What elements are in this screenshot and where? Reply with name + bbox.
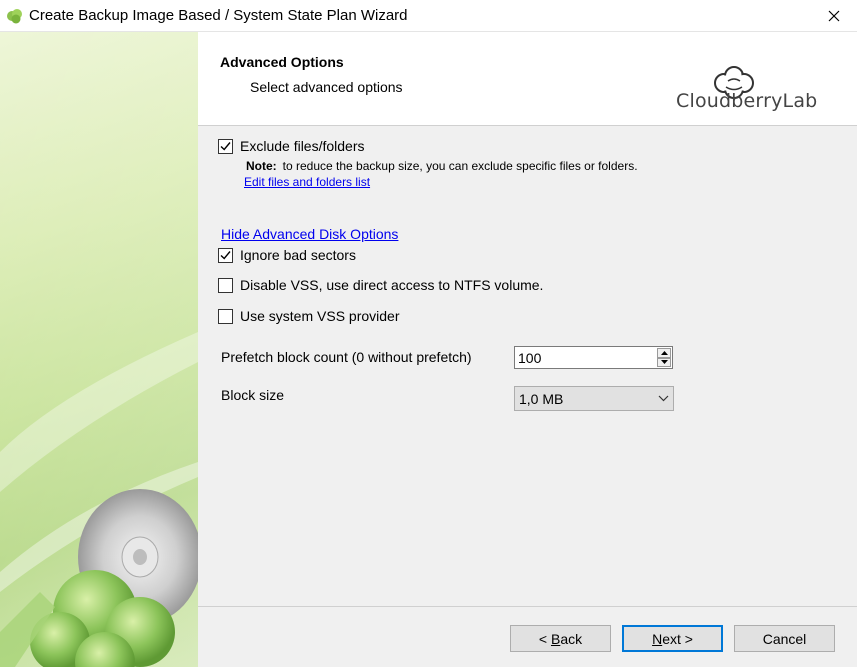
back-mnemonic: B (550, 630, 561, 647)
checkbox-box[interactable] (218, 138, 233, 154)
back-rest: ack (560, 630, 583, 647)
back-button[interactable]: < Back (510, 625, 611, 652)
window-title: Create Backup Image Based / System State… (29, 7, 408, 24)
next-rest: ext > (662, 630, 693, 647)
note-text: to reduce the backup size, you can exclu… (282, 159, 638, 173)
checkmark-icon (220, 141, 231, 151)
disable-vss-checkbox[interactable]: Disable VSS, use direct access to NTFS v… (218, 277, 543, 293)
note-label: Note: (246, 159, 277, 173)
page-title: Advanced Options (220, 54, 344, 70)
close-button[interactable] (811, 0, 857, 32)
disc-illustration (0, 32, 198, 667)
logo-text: CloudberryLab (676, 90, 818, 112)
exclude-files-checkbox[interactable]: Exclude files/folders (218, 138, 365, 154)
checkbox-box[interactable] (218, 247, 233, 263)
disable-vss-label: Disable VSS, use direct access to NTFS v… (240, 277, 544, 293)
system-vss-label: Use system VSS provider (240, 308, 400, 324)
cancel-button[interactable]: Cancel (734, 625, 835, 652)
next-button[interactable]: Next > (622, 625, 723, 652)
checkbox-box[interactable] (218, 277, 233, 293)
checkmark-icon (220, 250, 231, 260)
close-icon (828, 10, 840, 22)
cloudberry-app-icon (6, 7, 24, 25)
spin-up-button[interactable] (657, 348, 671, 358)
spin-down-button[interactable] (657, 357, 671, 367)
wizard-header: Advanced Options Select advanced options… (198, 32, 857, 126)
prefetch-spinbox[interactable] (514, 346, 673, 369)
ignore-bad-sectors-checkbox[interactable]: Ignore bad sectors (218, 247, 356, 263)
arrow-down-icon (660, 360, 668, 365)
advanced-options-panel: Exclude files/folders Note: to reduce the… (198, 127, 857, 607)
spin-buttons (657, 348, 671, 367)
back-prefix: < (538, 630, 551, 647)
ignore-bad-sectors-label: Ignore bad sectors (240, 247, 356, 263)
system-vss-checkbox[interactable]: Use system VSS provider (218, 308, 400, 324)
exclude-note: Note: to reduce the backup size, you can … (246, 159, 638, 173)
hide-advanced-disk-options-link[interactable]: Hide Advanced Disk Options (221, 226, 398, 242)
wizard-footer: < Back Next > Cancel (198, 606, 857, 667)
wizard-side-banner (0, 32, 198, 667)
checkbox-box[interactable] (218, 308, 233, 324)
edit-files-link[interactable]: Edit files and folders list (244, 175, 370, 189)
prefetch-input[interactable] (515, 347, 655, 368)
block-size-dropdown[interactable]: 1,0 MB (514, 386, 674, 411)
arrow-up-icon (660, 350, 668, 355)
next-mnemonic: N (652, 630, 663, 647)
prefetch-label: Prefetch block count (0 without prefetch… (221, 349, 472, 365)
block-size-value: 1,0 MB (519, 390, 564, 407)
block-size-label: Block size (221, 387, 285, 403)
chevron-down-icon (653, 395, 673, 402)
exclude-files-label: Exclude files/folders (240, 138, 365, 154)
title-bar: Create Backup Image Based / System State… (0, 0, 857, 32)
page-subtitle: Select advanced options (250, 79, 403, 95)
